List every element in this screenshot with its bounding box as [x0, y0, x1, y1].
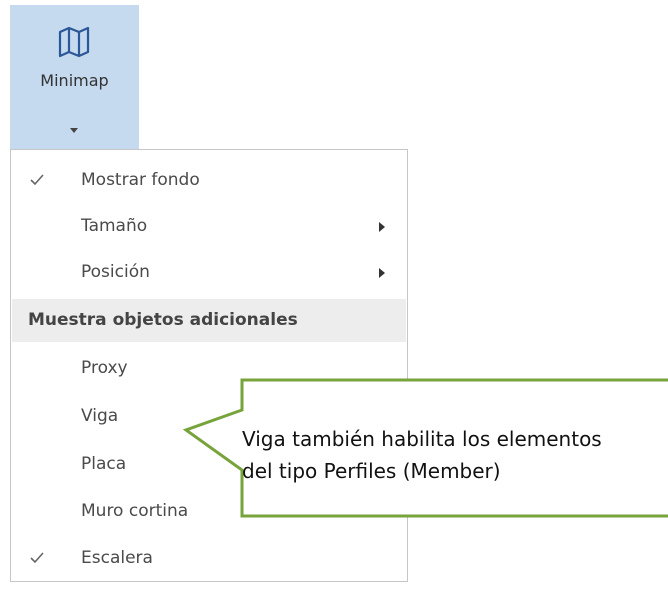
minimap-ribbon-button[interactable]: Minimap: [10, 5, 139, 149]
minimap-dropdown-menu: Mostrar fondo Tamaño Posición Muestra ob…: [10, 149, 408, 582]
map-icon: [58, 26, 90, 58]
menu-item-label: Posición: [81, 262, 150, 282]
checkmark-icon: [30, 552, 44, 564]
menu-item-tamano[interactable]: Tamaño: [11, 204, 407, 250]
callout-text: Viga también habilita los elementos del …: [242, 423, 668, 487]
callout-line-1: Viga también habilita los elementos: [242, 427, 602, 451]
caret-down-icon[interactable]: [70, 128, 78, 133]
menu-item-posicion[interactable]: Posición: [11, 250, 407, 296]
menu-item-label: Viga: [81, 406, 119, 426]
menu-item-muro-cortina[interactable]: Muro cortina: [11, 489, 407, 535]
minimap-button-label: Minimap: [40, 71, 109, 90]
checkmark-icon: [30, 174, 44, 186]
menu-item-label: Placa: [81, 454, 127, 474]
menu-item-mostrar-fondo[interactable]: Mostrar fondo: [11, 158, 407, 204]
menu-item-label: Mostrar fondo: [81, 170, 200, 190]
callout-line-2: del tipo Perfiles (Member): [242, 459, 501, 483]
menu-item-label: Escalera: [81, 548, 153, 568]
menu-item-escalera[interactable]: Escalera: [11, 536, 407, 582]
submenu-arrow-icon: [379, 268, 385, 278]
menu-item-label: Muro cortina: [81, 501, 189, 521]
menu-item-label: Tamaño: [81, 216, 148, 236]
section-header: Muestra objetos adicionales: [12, 299, 406, 342]
menu-item-proxy[interactable]: Proxy: [11, 346, 407, 392]
submenu-arrow-icon: [379, 222, 385, 232]
menu-item-label: Proxy: [81, 358, 128, 378]
section-header-label: Muestra objetos adicionales: [28, 310, 298, 330]
